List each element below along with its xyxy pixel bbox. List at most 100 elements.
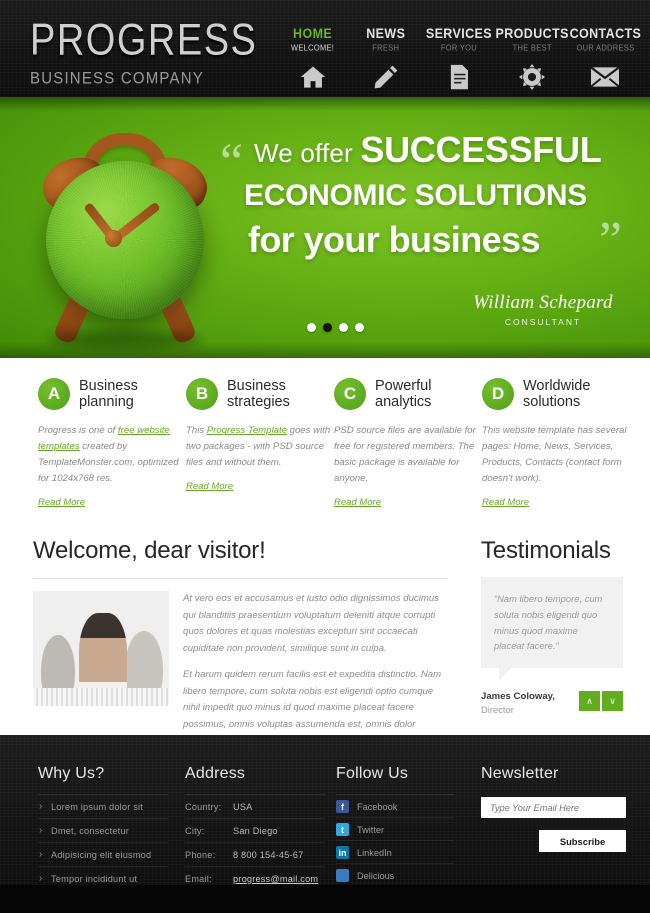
social-link-twitter[interactable]: t Twitter — [336, 818, 454, 841]
feature-title: Business strategies — [227, 378, 290, 410]
why-us-title: Why Us? — [38, 765, 105, 782]
welcome-title: Welcome, dear visitor! — [33, 537, 266, 564]
address-row: Country: USA — [185, 795, 325, 819]
social-label: Facebook — [357, 801, 398, 812]
slider-dot-2[interactable] — [323, 323, 332, 332]
hero-line-1: We offer SUCCESSFUL — [222, 129, 624, 171]
list-item[interactable]: Lorem ipsum dolor sit — [38, 795, 168, 819]
hero-signature: William Schepard CONSULTANT — [458, 292, 628, 327]
social-label: LinkedIn — [357, 847, 392, 858]
logo[interactable]: PROGRESS BUSINESS COMPANY — [30, 15, 258, 89]
main-navigation: HOME WELCOME! NEWS FRESH SERVICES FOR YO… — [276, 25, 642, 91]
feature-body: PSD source files are available for free … — [334, 425, 476, 484]
feature-read-more-link[interactable]: Read More — [482, 497, 529, 508]
newsletter-email-input[interactable] — [481, 797, 626, 818]
hero-top-shadow — [0, 97, 650, 111]
photo-shirt — [33, 688, 169, 706]
clock-center-pin — [105, 230, 122, 247]
pencil-icon[interactable] — [372, 64, 400, 90]
hero-line-1-lead: We offer — [254, 138, 353, 168]
feature-read-more-link[interactable]: Read More — [38, 497, 85, 508]
address-row: Phone: 8 800 154-45-67 — [185, 843, 325, 867]
feature-title: Worldwide solutions — [523, 378, 590, 410]
nav-item-title: SERVICES — [425, 25, 493, 42]
site-footer: Why Us? Lorem ipsum dolor sitDmet, conse… — [0, 735, 650, 913]
newsletter-title: Newsletter — [481, 765, 559, 782]
nav-item-products[interactable]: PRODUCTS THE BEST — [495, 25, 569, 91]
feature-read-more-link[interactable]: Read More — [334, 497, 381, 508]
home-icon[interactable] — [299, 64, 327, 90]
nav-item-subtitle: WELCOME! — [290, 43, 335, 54]
testimonial-prev-button[interactable]: ∧ — [579, 691, 600, 712]
address-key: City: — [185, 826, 205, 836]
testimonials-block: Testimonials “Nam libero tempore, cum so… — [481, 537, 623, 715]
address-value: 8 800 154-45-67 — [233, 850, 304, 860]
nav-item-home[interactable]: HOME WELCOME! — [276, 26, 349, 90]
testimonial-author: James Coloway, — [481, 691, 555, 703]
nav-item-title: PRODUCTS — [495, 25, 569, 42]
nav-item-subtitle: FOR YOU — [440, 43, 477, 54]
nav-item-news[interactable]: NEWS FRESH — [349, 25, 422, 90]
slider-dot-1[interactable] — [307, 323, 316, 332]
feature-title: Business planning — [79, 378, 138, 410]
feature-title-line2: strategies — [227, 394, 290, 411]
follow-us-title: Follow Us — [336, 765, 409, 782]
hero-slider: “ ” We offer SUCCESSFUL ECONOMIC SOLUTIO… — [0, 97, 650, 358]
feature-badge: B — [186, 378, 218, 411]
list-item[interactable]: Adipisicing elit eiusmod — [38, 843, 168, 867]
content-section: Welcome, dear visitor! At vero eos et ac… — [0, 525, 650, 746]
address-key: Country: — [185, 802, 222, 812]
linkedin-icon: in — [336, 846, 349, 859]
social-link-delicious[interactable]: Delicious — [336, 864, 454, 887]
footer-address: Address Country: USA City: San Diego Pho… — [185, 765, 325, 891]
footer-follow-us: Follow Us f Facebook t Twitter in Linked… — [336, 765, 454, 887]
site-header: PROGRESS BUSINESS COMPANY HOME WELCOME! … — [0, 0, 650, 97]
welcome-block: Welcome, dear visitor! At vero eos et ac… — [33, 537, 448, 750]
quote-close-icon: ” — [598, 212, 622, 269]
address-value: USA — [233, 802, 253, 812]
features-section: A Business planning Progress is one of f… — [0, 358, 650, 525]
address-title: Address — [185, 765, 246, 782]
list-item[interactable]: Dmet, consectetur — [38, 819, 168, 843]
newsletter-subscribe-button[interactable]: Subscribe — [539, 830, 626, 852]
testimonial-next-button[interactable]: ∨ — [602, 691, 623, 712]
slider-dot-4[interactable] — [355, 323, 364, 332]
welcome-text: At vero eos et accusamus et iusto odio d… — [183, 591, 448, 750]
feature-read-more-link[interactable]: Read More — [186, 481, 233, 492]
address-value[interactable]: progress@mail.com — [233, 874, 318, 884]
team-photo — [33, 591, 169, 706]
envelope-icon[interactable] — [591, 64, 620, 90]
why-us-list: Lorem ipsum dolor sitDmet, consecteturAd… — [38, 795, 168, 891]
logo-subtitle: BUSINESS COMPANY — [30, 69, 204, 89]
social-list: f Facebook t Twitter in LinkedIn Delicio… — [336, 795, 454, 887]
feature-title: Powerful analytics — [375, 378, 431, 410]
nav-item-subtitle: FRESH — [372, 43, 400, 54]
hero-line-1-strong: SUCCESSFUL — [360, 129, 602, 170]
feature-title-line1: Business — [227, 378, 286, 394]
social-link-linkedin[interactable]: in LinkedIn — [336, 841, 454, 864]
quote-open-icon: “ — [220, 134, 244, 191]
feature-title-line1: Business — [79, 378, 138, 394]
facebook-icon: f — [336, 800, 349, 813]
footer-bottom-bar — [0, 885, 650, 913]
hero-line-3: for your business — [248, 219, 540, 260]
social-label: Delicious — [357, 870, 395, 881]
document-icon[interactable] — [445, 64, 473, 90]
nav-item-title: NEWS — [366, 25, 406, 42]
testimonial-author-block: James Coloway, Director — [481, 691, 555, 715]
welcome-paragraph-1: At vero eos et accusamus et iusto odio d… — [183, 593, 439, 654]
logo-title: PROGRESS — [30, 15, 258, 66]
delicious-icon — [336, 869, 349, 882]
gear-icon[interactable] — [518, 64, 546, 91]
testimonial-bubble: “Nam libero tempore, cum soluta nobis el… — [481, 577, 623, 682]
feature-body: This Progress Template goes with two pac… — [186, 425, 331, 469]
social-link-facebook[interactable]: f Facebook — [336, 795, 454, 818]
feature-badge: D — [482, 378, 514, 411]
slider-dot-3[interactable] — [339, 323, 348, 332]
grass-alarm-clock-image — [32, 117, 218, 349]
page-root: PROGRESS BUSINESS COMPANY HOME WELCOME! … — [0, 0, 650, 913]
nav-item-contacts[interactable]: CONTACTS OUR ADDRESS — [569, 26, 642, 90]
nav-item-services[interactable]: SERVICES FOR YOU — [422, 25, 495, 90]
feature-card-a: A Business planning Progress is one of f… — [38, 378, 186, 510]
nav-item-subtitle: OUR ADDRESS — [576, 43, 635, 54]
